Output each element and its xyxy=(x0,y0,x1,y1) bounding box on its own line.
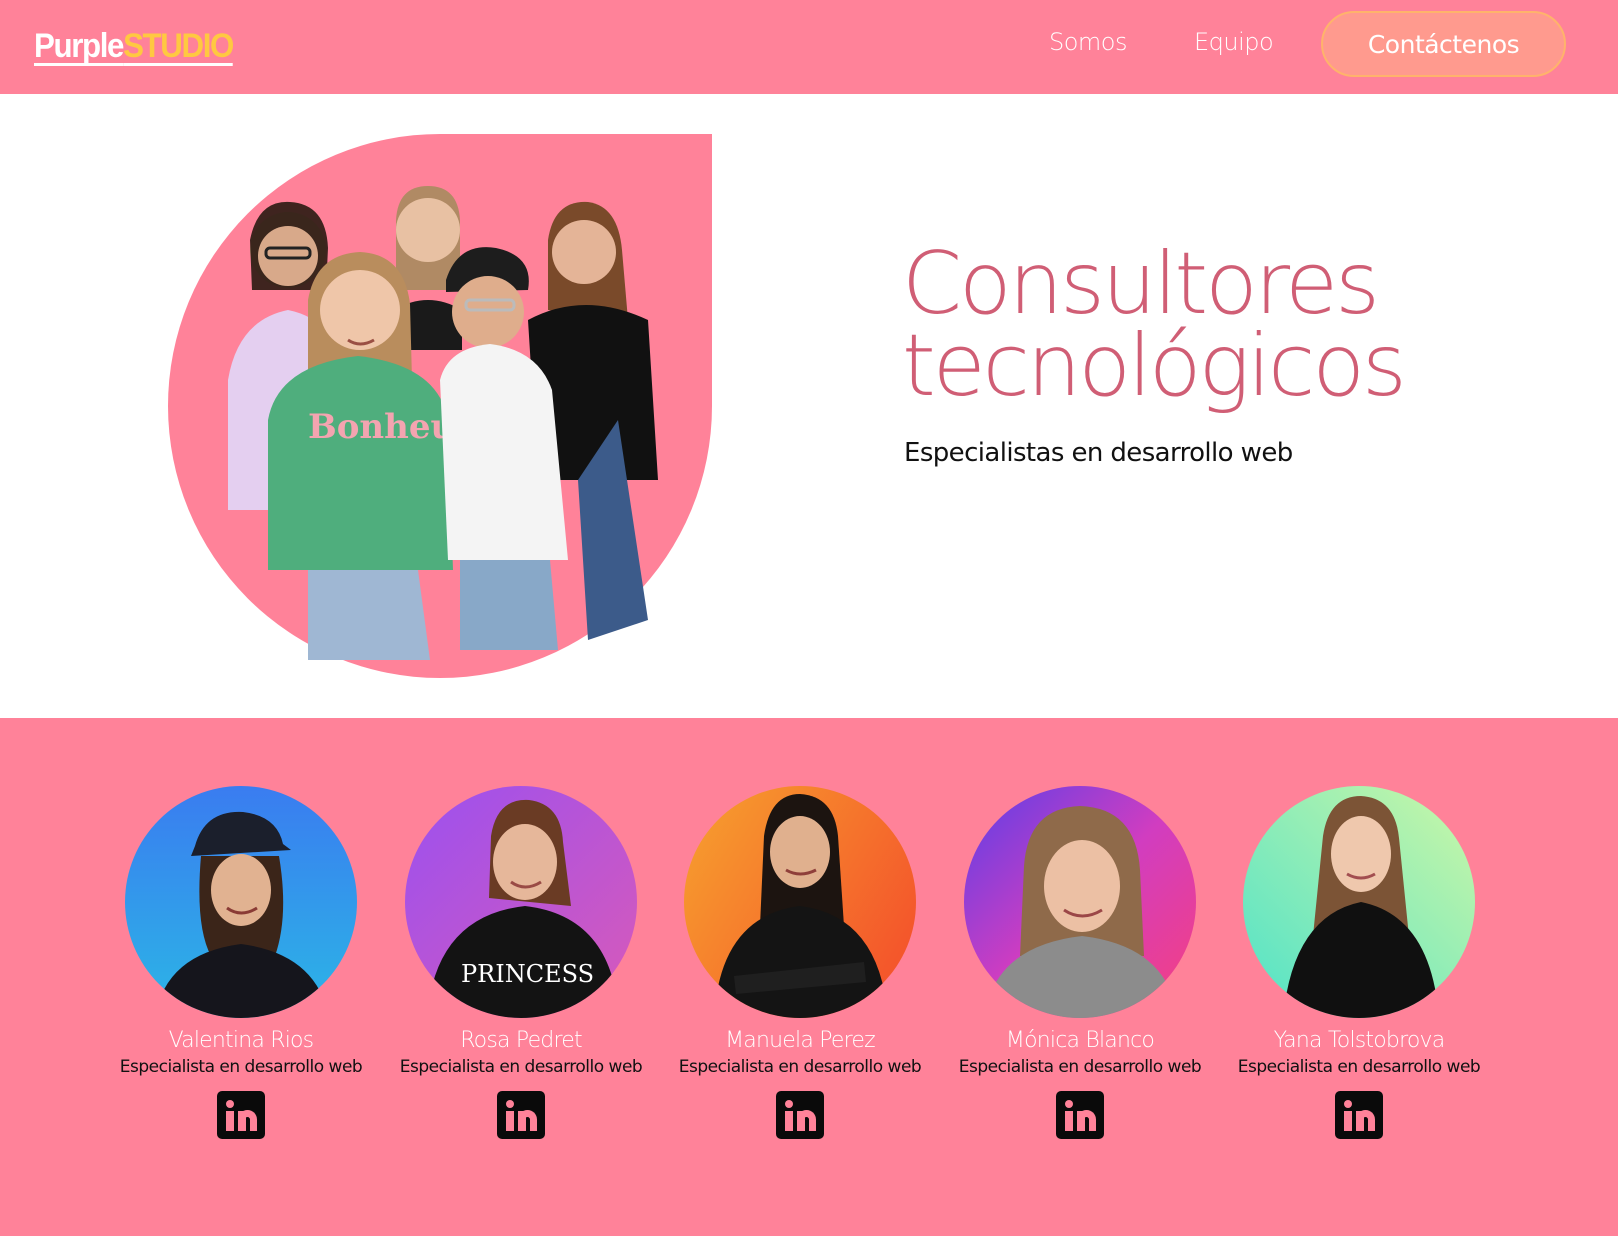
team-member-card: Valentina Rios Especialista en desarroll… xyxy=(101,786,381,1186)
hero-title-line1: Consultores xyxy=(902,234,1380,334)
nav-link-equipo[interactable]: Equipo xyxy=(1194,28,1274,56)
team-group-photo: Bonheur xyxy=(228,186,658,660)
avatar xyxy=(684,786,916,1018)
linkedin-icon[interactable] xyxy=(497,1091,545,1139)
member-name: Mónica Blanco xyxy=(1005,1028,1155,1053)
team-member-card: Yana Tolstobrova Especialista en desarro… xyxy=(1219,786,1499,1186)
svg-text:PRINCESS: PRINCESS xyxy=(461,960,594,988)
avatar xyxy=(125,786,357,1018)
hero-title: Consultores tecnológicos xyxy=(902,234,1582,416)
avatar: PRINCESS xyxy=(405,786,637,1018)
avatar xyxy=(964,786,1196,1018)
avatar xyxy=(1243,786,1475,1018)
member-role: Especialista en desarrollo web xyxy=(399,1057,643,1077)
team-member-card: Mónica Blanco Especialista en desarrollo… xyxy=(940,786,1220,1186)
member-role: Especialista en desarrollo web xyxy=(119,1057,363,1077)
nav-link-somos[interactable]: Somos xyxy=(1049,28,1127,56)
linkedin-icon[interactable] xyxy=(1335,1091,1383,1139)
member-name: Manuela Perez xyxy=(725,1028,876,1053)
contact-button[interactable]: Contáctenos xyxy=(1321,11,1566,77)
member-role: Especialista en desarrollo web xyxy=(1237,1057,1481,1077)
member-role: Especialista en desarrollo web xyxy=(678,1057,922,1077)
logo-text-studio: STUDIO xyxy=(123,27,234,66)
team-member-card: PRINCESS Rosa Pedret Especialista en des… xyxy=(381,786,661,1186)
linkedin-icon[interactable] xyxy=(776,1091,824,1139)
member-name: Valentina Rios xyxy=(168,1028,315,1053)
linkedin-icon[interactable] xyxy=(217,1091,265,1139)
member-name: Rosa Pedret xyxy=(460,1028,582,1053)
top-navigation-bar: Purple STUDIO Somos Equipo Contáctenos xyxy=(0,0,1618,94)
hero-subtitle: Especialistas en desarrollo web xyxy=(904,438,1293,468)
linkedin-icon[interactable] xyxy=(1056,1091,1104,1139)
purple-studio-logo[interactable]: Purple STUDIO xyxy=(34,24,234,66)
member-name: Yana Tolstobrova xyxy=(1273,1028,1446,1053)
hero-title-line2: tecnológicos xyxy=(902,316,1407,416)
team-member-card: Manuela Perez Especialista en desarrollo… xyxy=(660,786,940,1186)
logo-text-purple: Purple xyxy=(34,27,124,66)
team-section: Valentina Rios Especialista en desarroll… xyxy=(0,718,1618,1236)
member-role: Especialista en desarrollo web xyxy=(958,1057,1202,1077)
